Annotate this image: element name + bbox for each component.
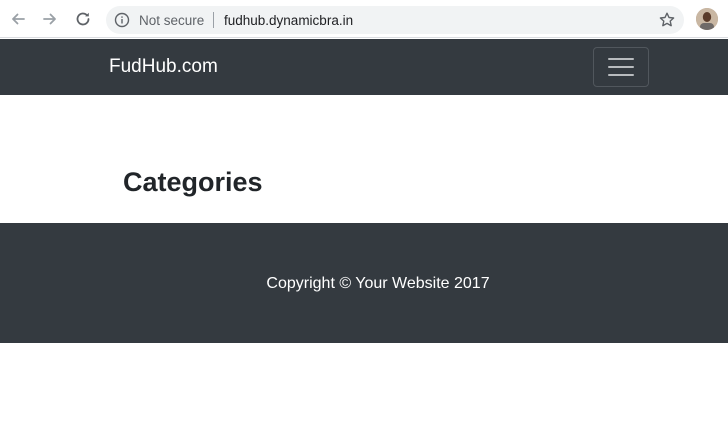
person-icon <box>696 8 718 30</box>
bookmark-star-icon[interactable] <box>658 11 676 29</box>
main-content: Categories <box>0 95 728 223</box>
page-title: Categories <box>123 167 263 197</box>
url-text[interactable]: fudhub.dynamicbra.in <box>224 13 353 28</box>
site-navbar: FudHub.com <box>0 39 728 95</box>
forward-button[interactable] <box>38 7 62 31</box>
copyright-text: Copyright © Your Website 2017 <box>266 275 490 292</box>
omnibox-divider <box>213 12 214 28</box>
hamburger-icon-bar <box>608 74 634 76</box>
back-button[interactable] <box>6 7 30 31</box>
navbar-toggle-button[interactable] <box>593 47 649 87</box>
security-status: Not secure <box>139 13 205 28</box>
address-bar[interactable]: Not secure fudhub.dynamicbra.in <box>106 6 684 34</box>
reload-icon <box>76 12 90 26</box>
brand-link[interactable]: FudHub.com <box>109 56 218 78</box>
browser-toolbar: Not secure fudhub.dynamicbra.in <box>0 0 728 38</box>
arrow-left-icon <box>12 13 25 25</box>
profile-avatar[interactable] <box>696 8 718 30</box>
hamburger-icon <box>608 58 634 60</box>
info-icon[interactable] <box>114 12 130 28</box>
hamburger-icon-bar <box>608 66 634 68</box>
reload-button[interactable] <box>71 7 95 31</box>
site-footer: Copyright © Your Website 2017 <box>0 223 728 343</box>
arrow-right-icon <box>43 13 56 25</box>
